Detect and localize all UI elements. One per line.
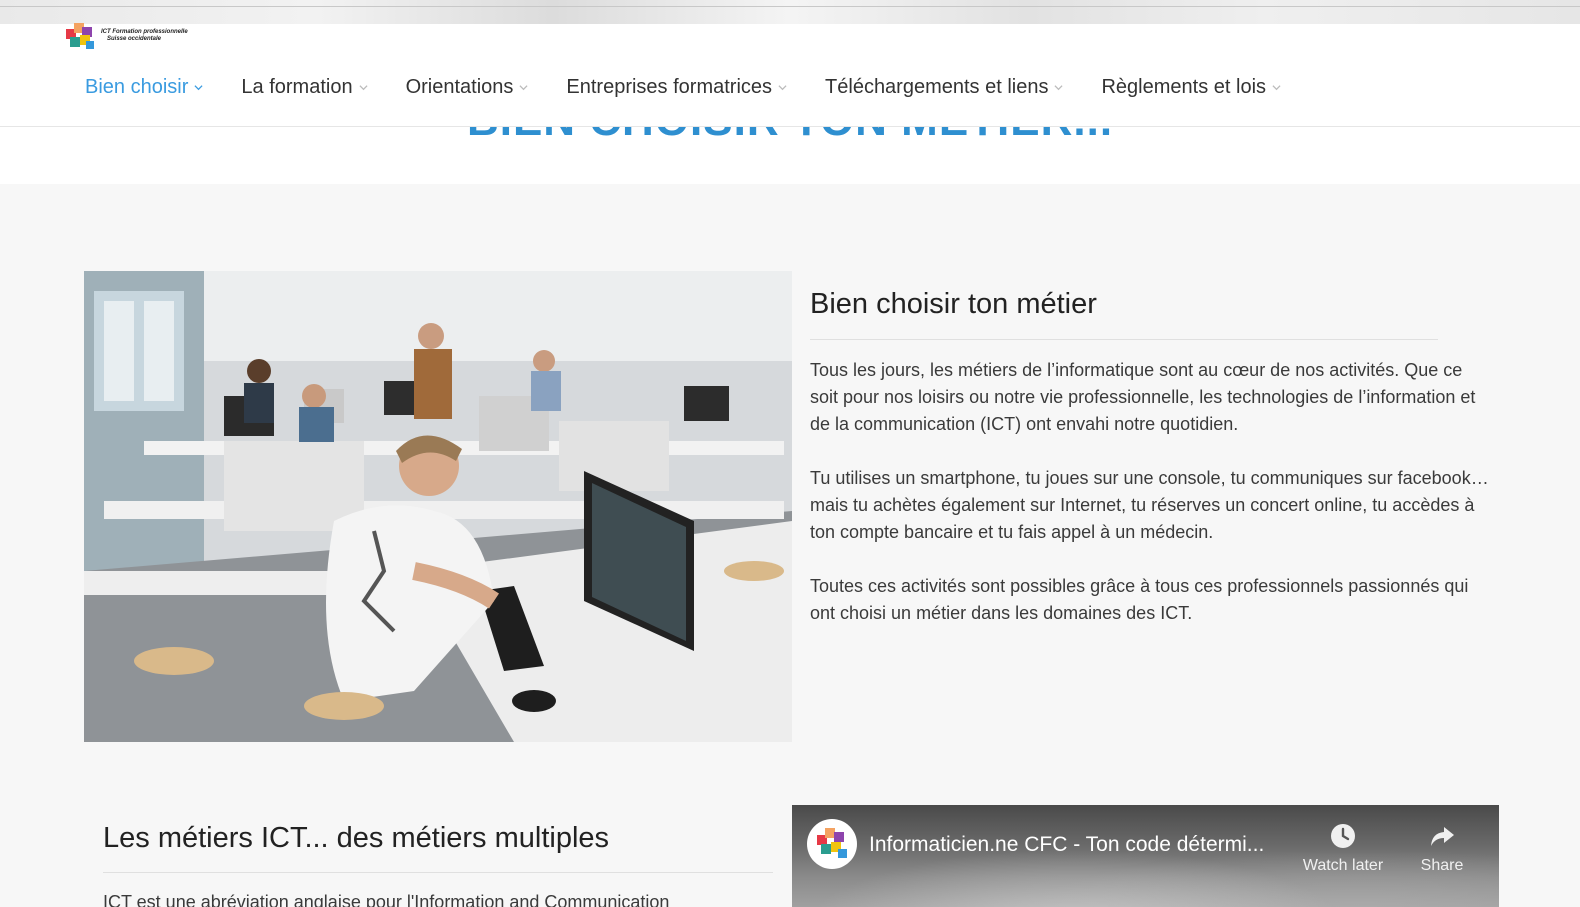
nav-item-label: Règlements et lois: [1101, 75, 1267, 98]
chevron-down-icon: [1054, 83, 1064, 92]
share-label: Share: [1420, 857, 1464, 874]
nav-item-entreprises-formatrices[interactable]: Entreprises formatrices: [566, 76, 787, 99]
classroom-photo: [84, 271, 792, 742]
logo-text-line1: ICT Formation professionnelle: [101, 29, 188, 35]
main-nav: Bien choisir La formation Orientations E…: [85, 72, 1319, 102]
nav-item-label: Entreprises formatrices: [566, 75, 773, 98]
youtube-video-embed[interactable]: Informaticien.ne CFC - Ton code détermi.…: [792, 805, 1499, 907]
watch-later-button[interactable]: Watch later: [1298, 821, 1388, 875]
nav-item-label: Orientations: [405, 75, 514, 98]
nav-item-bien-choisir[interactable]: Bien choisir: [85, 76, 203, 99]
logo-text-line2: Suisse occidentale: [107, 36, 162, 42]
section-body: ICT est une abréviation anglaise pour l'…: [103, 892, 670, 907]
chevron-down-icon: [359, 83, 368, 92]
paragraph: Tu utilises un smartphone, tu joues sur …: [810, 468, 1489, 542]
nav-item-label: La formation: [241, 75, 353, 98]
nav-item-orientations[interactable]: Orientations: [406, 76, 529, 99]
nav-item-label: Téléchargements et liens: [825, 75, 1049, 98]
chevron-down-icon: [1272, 83, 1281, 92]
section-title: Bien choisir ton métier: [810, 288, 1097, 320]
video-title[interactable]: Informaticien.ne CFC - Ton code détermi.…: [869, 833, 1264, 857]
share-button[interactable]: Share: [1397, 821, 1487, 875]
logo-mark-icon: [66, 21, 96, 51]
clock-icon: [1328, 821, 1358, 851]
chevron-down-icon: [519, 83, 528, 92]
paragraph: Toutes ces activités sont possibles grâc…: [810, 576, 1469, 623]
channel-avatar-icon[interactable]: [807, 819, 857, 869]
site-header: ICT Formation professionnelle Suisse occ…: [0, 23, 1580, 127]
section-divider: [810, 339, 1438, 340]
nav-item-label: Bien choisir: [85, 75, 189, 98]
hero-image-strip: [0, 0, 1580, 24]
logo-text: ICT Formation professionnelle Suisse occ…: [101, 29, 188, 43]
site-logo[interactable]: ICT Formation professionnelle Suisse occ…: [66, 19, 196, 53]
chevron-down-icon: [194, 83, 203, 92]
watch-later-label: Watch later: [1302, 857, 1384, 874]
section-body: Tous les jours, les métiers de l’informa…: [810, 357, 1490, 654]
nav-item-telechargements[interactable]: Téléchargements et liens: [825, 75, 1064, 99]
paragraph: Tous les jours, les métiers de l’informa…: [810, 360, 1476, 434]
nav-item-reglements-et-lois[interactable]: Règlements et lois: [1101, 76, 1281, 99]
section-title: Les métiers ICT... des métiers multiples: [103, 822, 610, 854]
nav-item-la-formation[interactable]: La formation: [241, 75, 368, 99]
chevron-down-icon: [778, 83, 787, 92]
section-divider: [103, 872, 773, 873]
share-arrow-icon: [1427, 821, 1457, 851]
